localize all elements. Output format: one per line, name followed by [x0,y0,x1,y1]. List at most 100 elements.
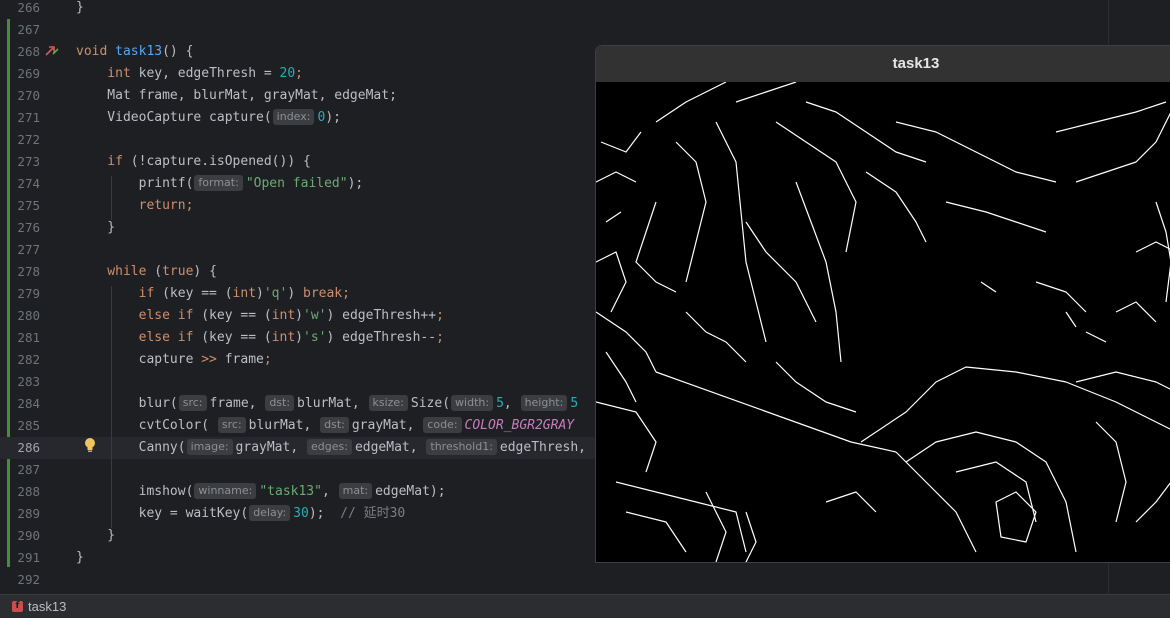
code-text[interactable]: Mat frame, blurMat, grayMat, edgeMat; [76,85,397,107]
code-text[interactable]: cvtColor( src: blurMat, dst: grayMat, code… [76,415,574,437]
line-number[interactable]: 266 [0,0,40,19]
code-token: 30 [293,506,309,521]
line-number[interactable]: 292 [0,569,40,591]
line-number[interactable]: 270 [0,85,40,107]
parameter-hint: format: [194,175,243,191]
code-token: grayMat, [235,440,306,455]
code-token: ; [263,352,272,367]
code-token: Mat frame, blurMat, grayMat, edgeMat; [76,88,397,103]
code-text[interactable]: if (!capture.isOpened()) { [76,151,311,173]
code-text[interactable]: printf(format: "Open failed"); [76,173,363,195]
line-number[interactable]: 273 [0,151,40,173]
line-number[interactable]: 278 [0,261,40,283]
parameter-hint: winname: [194,483,257,499]
line-number[interactable]: 284 [0,393,40,415]
code-text[interactable]: else if (key == (int)'w') edgeThresh++; [76,305,444,327]
code-text[interactable]: key = waitKey(delay: 30); // 延时30 [76,503,405,525]
code-text[interactable]: imshow(winname: "task13", mat: edgeMat); [76,481,446,503]
window-titlebar[interactable]: task13 [596,46,1170,82]
code-token: } [76,528,116,543]
code-token: frame [216,352,264,367]
line-number[interactable]: 282 [0,349,40,371]
code-text[interactable]: int key, edgeThresh = 20; [76,63,303,85]
line-number[interactable]: 277 [0,239,40,261]
line-number[interactable]: 274 [0,173,40,195]
line-number[interactable]: 285 [0,415,40,437]
line-number[interactable]: 290 [0,525,40,547]
code-token: edgeMat, [354,440,426,455]
edge-image [596,82,1170,562]
code-token: 'w' [303,308,327,323]
recursion-icon[interactable] [44,44,60,58]
code-token: >> [201,352,217,367]
line-number[interactable]: 291 [0,547,40,569]
code-text[interactable]: blur(src: frame, dst: blurMat, ksize: Size(… [76,393,578,415]
line-number[interactable]: 283 [0,371,40,393]
line-number[interactable]: 288 [0,481,40,503]
line-number[interactable]: 271 [0,107,40,129]
line-number[interactable]: 289 [0,503,40,525]
line-number[interactable]: 275 [0,195,40,217]
code-token: imshow( [76,484,194,499]
parameter-hint: width: [451,395,494,411]
line-number[interactable]: 279 [0,283,40,305]
code-text[interactable]: } [76,525,115,547]
code-token: } [76,0,84,15]
code-token: (key == ( [162,286,233,301]
code-token: } [76,220,116,235]
parameter-hint: image: [186,439,233,455]
line-number[interactable]: 268 [0,41,40,63]
code-text[interactable]: } [76,217,115,239]
line-number[interactable]: 269 [0,63,40,85]
code-token: } [76,550,84,565]
line-number[interactable]: 276 [0,217,40,239]
code-token: capture [76,352,202,367]
code-text[interactable]: capture >> frame; [76,349,272,371]
code-token: ) [295,308,303,323]
code-line[interactable]: 267 [0,19,1170,41]
code-text[interactable]: } [76,547,84,569]
code-token: key, edgeThresh = [138,66,280,81]
code-token: ) edgeThresh-- [326,330,437,345]
line-number[interactable]: 281 [0,327,40,349]
code-text[interactable]: while (true) { [76,261,217,283]
code-text[interactable]: else if (key == (int)'s') edgeThresh--; [76,327,444,349]
line-number[interactable]: 280 [0,305,40,327]
code-text[interactable]: VideoCapture capture(index: 0); [76,107,341,129]
line-number[interactable]: 287 [0,459,40,481]
code-token: blur( [76,396,178,411]
parameter-hint: dst: [265,395,295,411]
code-token: true [162,264,194,279]
parameter-hint: dst: [320,417,349,433]
function-icon: f [12,601,23,612]
line-number[interactable]: 267 [0,19,40,41]
code-token: edgeThresh, [499,440,586,455]
code-line[interactable]: 266} [0,0,1170,19]
code-text[interactable]: Canny(image: grayMat, edges: edgeMat, thre… [76,437,586,459]
code-token: 5 [496,396,504,411]
code-token: "Open failed" [245,176,348,191]
code-text[interactable]: void task13() { [76,41,193,63]
code-text[interactable]: if (key == (int)'q') break; [76,283,350,305]
code-token: ; [436,308,444,323]
code-token: cvtColor( [76,418,217,433]
breadcrumb-function[interactable]: task13 [28,599,66,614]
line-number[interactable]: 286 [0,437,40,459]
code-token: int [271,330,296,345]
code-text[interactable]: return; [76,195,194,217]
code-line[interactable]: 292 [0,569,1170,591]
code-token: else if [76,308,202,323]
code-token: ); [347,176,364,191]
parameter-hint: index: [272,109,315,125]
parameter-hint: src: [178,395,207,411]
line-number[interactable]: 272 [0,129,40,151]
code-token: 'q' [263,286,288,301]
lightbulb-icon[interactable] [83,437,97,453]
code-token: (!capture.isOpened()) { [130,154,311,169]
opencv-window[interactable]: task13 [596,46,1170,562]
parameter-hint: delay: [249,505,291,521]
code-text[interactable]: } [76,0,84,19]
code-token: ) [295,330,303,345]
code-token: ; [436,330,444,345]
code-token: int [271,308,296,323]
